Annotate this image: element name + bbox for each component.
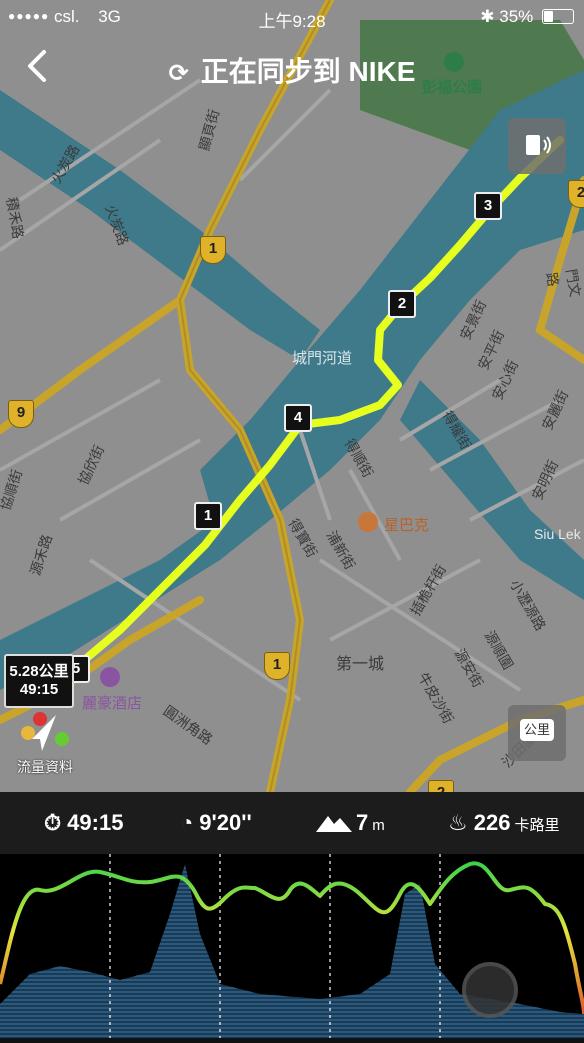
hotel-label: 麗豪酒店 [82,695,143,712]
stat-elevation: 7m [316,810,385,836]
stat-pace: ◔ 9'20'' [180,810,252,836]
unit-toggle-button[interactable]: 公里 [508,705,566,761]
creek-water [0,90,320,360]
road-route-badge: 2 [428,780,454,792]
audio-feedback-button[interactable] [508,118,566,174]
road-route-badge: 2 [568,180,584,208]
gauge-icon: ◔ [180,810,194,835]
stat-duration: ⏱ 49:15 [44,810,123,836]
graph-canvas [0,854,584,1038]
route-map[interactable]: 彭福公園 城門河道 星巴克 麗豪酒店 第一城 Siu Lek 火炭路 火炭路 顯… [0,0,584,792]
battery-icon [542,9,574,24]
traffic-icon [21,712,69,751]
unit-label: 公里 [520,719,554,741]
nav-title-wrap: ⟳ 正在同步到 NIKE [0,50,584,90]
duration-value: 49:15 [67,810,124,835]
siulek-label: Siu Lek [534,526,581,542]
km-marker-4[interactable]: 4 [284,404,312,432]
battery-percent: 35% [499,7,534,26]
traffic-label: 流量資料 [17,759,73,775]
km-marker-1[interactable]: 1 [194,502,222,530]
km-marker-2[interactable]: 2 [388,290,416,318]
flame-icon: ♨ [448,810,468,835]
calories-value: 226 [473,810,511,835]
road-route-badge: 1 [200,236,226,264]
road-route-badge: 1 [264,652,290,680]
distance-callout[interactable]: 5.28公里 49:15 [4,654,74,708]
distance-time: 49:15 [19,681,59,698]
estate-label: 第一城 [336,656,385,673]
km-marker-3[interactable]: 3 [474,192,502,220]
pace-elevation-graph[interactable] [0,854,584,1038]
pace-value: 9'20'' [199,810,252,835]
status-right: ✱ 35% [480,7,574,27]
stats-bar: ⏱ 49:15 ◔ 9'20'' 7m ♨ 226 卡路里 [0,792,584,854]
mountain-icon [316,816,352,832]
elevation-unit: m [372,817,385,834]
street-label: 門文路 [543,267,584,299]
coffee-icon [358,512,378,532]
starbucks-label: 星巴克 [384,517,430,534]
hotel-icon [100,667,120,687]
bluetooth-icon: ✱ [480,7,495,26]
nav-bar: ⟳ 正在同步到 NIKE [0,40,584,96]
stat-calories: ♨ 226 卡路里 [448,810,559,836]
road-route-badge: 9 [8,400,34,428]
calories-unit: 卡路里 [514,817,560,834]
scrubber-handle[interactable] [462,962,518,1018]
distance-value: 5.28公里 [9,663,69,680]
stopwatch-icon: ⏱ [44,810,62,835]
river-label: 城門河道 [292,350,353,367]
speaker-icon [526,135,551,155]
elevation-value: 7 [356,810,369,835]
traffic-data-button[interactable]: 流量資料 [14,705,76,775]
status-bar: ●●●●● csl. 3G 上午9:28 ✱ 35% [0,0,584,34]
nav-title: 正在同步到 NIKE [200,56,416,87]
sync-icon: ⟳ [168,60,189,87]
